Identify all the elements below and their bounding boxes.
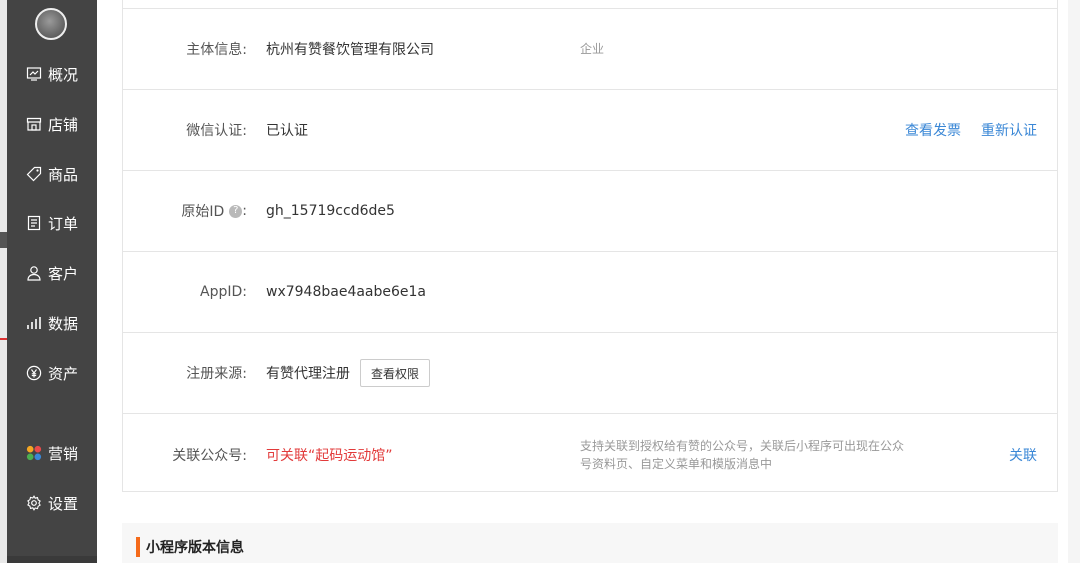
yen-icon bbox=[26, 364, 44, 382]
gear-icon bbox=[26, 494, 44, 512]
original-id-label: 原始ID bbox=[181, 204, 225, 220]
verification-status: 已认证 bbox=[266, 123, 308, 139]
section-accent bbox=[136, 537, 140, 557]
info-row-partial bbox=[123, 0, 1057, 9]
row-label: AppID: bbox=[200, 284, 247, 300]
row-label: 微信认证: bbox=[186, 123, 247, 139]
store-icon bbox=[26, 115, 44, 133]
sidebar-item-marketing[interactable]: 营销 bbox=[7, 441, 97, 465]
sidebar-item-label: 客户 bbox=[47, 264, 78, 283]
appid-value: wx7948bae4aabe6e1a bbox=[266, 284, 427, 300]
sidebar-item-products[interactable]: 商品 bbox=[7, 162, 97, 186]
sidebar: 概况 店铺 商品 订单 客户 数据 资产 营销 设置 bbox=[7, 0, 97, 563]
background-page-edge bbox=[0, 0, 7, 563]
label-colon: : bbox=[242, 203, 247, 219]
overview-icon bbox=[26, 65, 44, 83]
account-info-panel: 主体信息: 杭州有赞餐饮管理有限公司 企业 微信认证: 已认证 查看发票 重新认… bbox=[122, 0, 1058, 492]
sidebar-item-label: 店铺 bbox=[47, 115, 78, 134]
help-icon[interactable]: ? bbox=[229, 204, 243, 218]
tag-icon bbox=[26, 165, 44, 183]
sidebar-item-label: 数据 bbox=[47, 314, 78, 333]
link-account-link[interactable]: 关联 bbox=[1009, 445, 1037, 465]
registration-source-text: 有赞代理注册 bbox=[266, 366, 350, 382]
sidebar-item-label: 资产 bbox=[47, 364, 78, 383]
version-info-section: 小程序版本信息 bbox=[122, 523, 1058, 563]
sidebar-item-settings[interactable]: 设置 bbox=[7, 491, 97, 515]
section-title: 小程序版本信息 bbox=[146, 540, 244, 556]
scrollbar-track[interactable] bbox=[1068, 0, 1080, 563]
sidebar-item-label: 营销 bbox=[47, 444, 78, 463]
info-row-original-id: 原始ID ? : gh_15719ccd6de5 bbox=[123, 171, 1057, 252]
company-type: 企业 bbox=[580, 42, 605, 56]
original-id-value: gh_15719ccd6de5 bbox=[266, 203, 395, 219]
sidebar-item-data[interactable]: 数据 bbox=[7, 311, 97, 335]
registration-source: 有赞代理注册 查看权限 bbox=[266, 333, 431, 413]
official-account-note: 支持关联到授权给有赞的公众号，关联后小程序可出现在公众号资料页、自定义菜单和模版… bbox=[580, 438, 905, 471]
row-label: 关联公众号: bbox=[172, 447, 247, 464]
company-name: 杭州有赞餐饮管理有限公司 bbox=[266, 42, 434, 58]
marketing-icon bbox=[26, 444, 44, 462]
info-row-wechat-verification: 微信认证: 已认证 查看发票 重新认证 bbox=[123, 90, 1057, 171]
avatar[interactable] bbox=[35, 8, 67, 40]
sidebar-item-label: 订单 bbox=[47, 214, 78, 233]
sidebar-item-customers[interactable]: 客户 bbox=[7, 261, 97, 285]
row-label: 主体信息: bbox=[186, 42, 247, 58]
info-row-registration-source: 注册来源: 有赞代理注册 查看权限 bbox=[123, 333, 1057, 414]
row-label: 注册来源: bbox=[186, 366, 247, 382]
row-label: 原始ID ? : bbox=[181, 171, 247, 251]
view-invoice-link[interactable]: 查看发票 bbox=[905, 120, 961, 140]
info-row-appid: AppID: wx7948bae4aabe6e1a bbox=[123, 252, 1057, 333]
view-permissions-button[interactable]: 查看权限 bbox=[360, 359, 431, 387]
sidebar-item-label: 概况 bbox=[47, 65, 78, 84]
chart-icon bbox=[26, 314, 44, 332]
sidebar-item-label: 设置 bbox=[47, 494, 78, 513]
customer-icon bbox=[26, 264, 44, 282]
sidebar-item-orders[interactable]: 订单 bbox=[7, 211, 97, 235]
info-row-official-account: 关联公众号: 可关联“起码运动馆” 支持关联到授权给有赞的公众号，关联后小程序可… bbox=[123, 414, 1057, 495]
sidebar-item-overview[interactable]: 概况 bbox=[7, 62, 97, 86]
info-row-subject: 主体信息: 杭州有赞餐饮管理有限公司 企业 bbox=[123, 9, 1057, 90]
sidebar-item-store[interactable]: 店铺 bbox=[7, 112, 97, 136]
linkable-account: 可关联“起码运动馆” bbox=[266, 447, 393, 464]
sidebar-footer bbox=[7, 556, 97, 563]
reverify-link[interactable]: 重新认证 bbox=[981, 120, 1037, 140]
order-icon bbox=[26, 214, 44, 232]
sidebar-item-label: 商品 bbox=[47, 165, 78, 184]
sidebar-item-assets[interactable]: 资产 bbox=[7, 361, 97, 385]
